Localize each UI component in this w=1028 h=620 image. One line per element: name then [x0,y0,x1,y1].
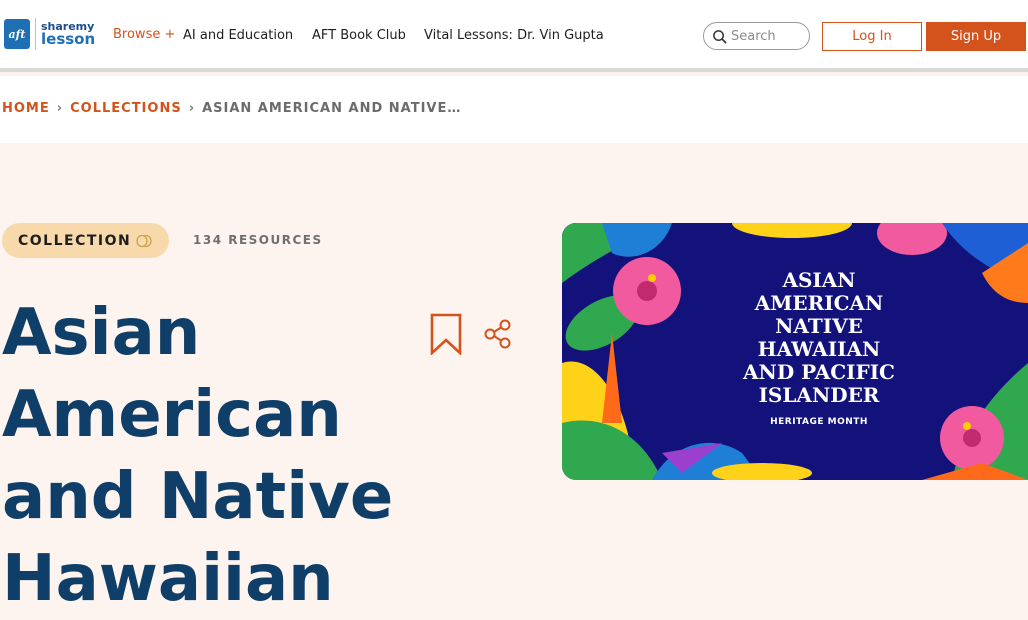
collection-badge-label: COLLECTION [18,232,132,249]
banner-subline: HERITAGE MONTH [770,417,868,427]
breadcrumb-home[interactable]: HOME [2,101,50,116]
share-icon[interactable] [484,319,512,349]
breadcrumb-current: ASIAN AMERICAN AND NATIVE… [202,101,462,116]
chevron-right-icon: › [188,101,196,116]
breadcrumb: HOME › COLLECTIONS › ASIAN AMERICAN AND … [2,101,461,116]
nav-link-ai-education[interactable]: AI and Education [183,28,293,43]
aft-logo-mark: aft [4,19,30,49]
banner-line-2: AMERICAN [754,291,884,315]
banner-line-1: ASIAN [782,268,856,292]
logo-line-2: lesson [41,30,96,48]
coins-icon [136,234,152,247]
browse-menu[interactable]: Browse + [113,27,175,42]
page-title: Asian American and Native Hawaiian [2,296,394,616]
breadcrumb-bar: HOME › COLLECTIONS › ASIAN AMERICAN AND … [0,76,1028,143]
logo-divider [35,18,36,50]
collection-badge: COLLECTION [2,223,169,258]
resource-count: 134 RESOURCES [193,233,323,247]
chevron-right-icon: › [56,101,64,116]
site-logo[interactable]: aft sharemy lesson [4,18,95,50]
banner-line-5: AND PACIFIC [743,360,895,384]
logo-wordmark: sharemy lesson [41,21,95,47]
banner-line-6: ISLANDER [758,383,880,407]
breadcrumb-collections[interactable]: COLLECTIONS [70,101,182,116]
search-box[interactable] [703,22,810,50]
bookmark-icon[interactable] [430,313,462,355]
nav-link-book-club[interactable]: AFT Book Club [312,28,406,43]
nav-link-vital-lessons[interactable]: Vital Lessons: Dr. Vin Gupta [424,28,604,43]
search-icon [713,29,727,43]
site-header: aft sharemy lesson Browse + AI and Educa… [0,0,1028,72]
signup-button[interactable]: Sign Up [926,22,1026,51]
banner-heading: ASIAN AMERICAN NATIVE HAWAIIAN AND PACIF… [722,268,916,428]
login-button[interactable]: Log In [822,22,922,51]
collection-banner-image: ASIAN AMERICAN NATIVE HAWAIIAN AND PACIF… [562,223,1028,480]
search-input[interactable] [731,28,806,44]
banner-line-4: HAWAIIAN [757,337,881,361]
banner-line-3: NATIVE [775,314,863,338]
